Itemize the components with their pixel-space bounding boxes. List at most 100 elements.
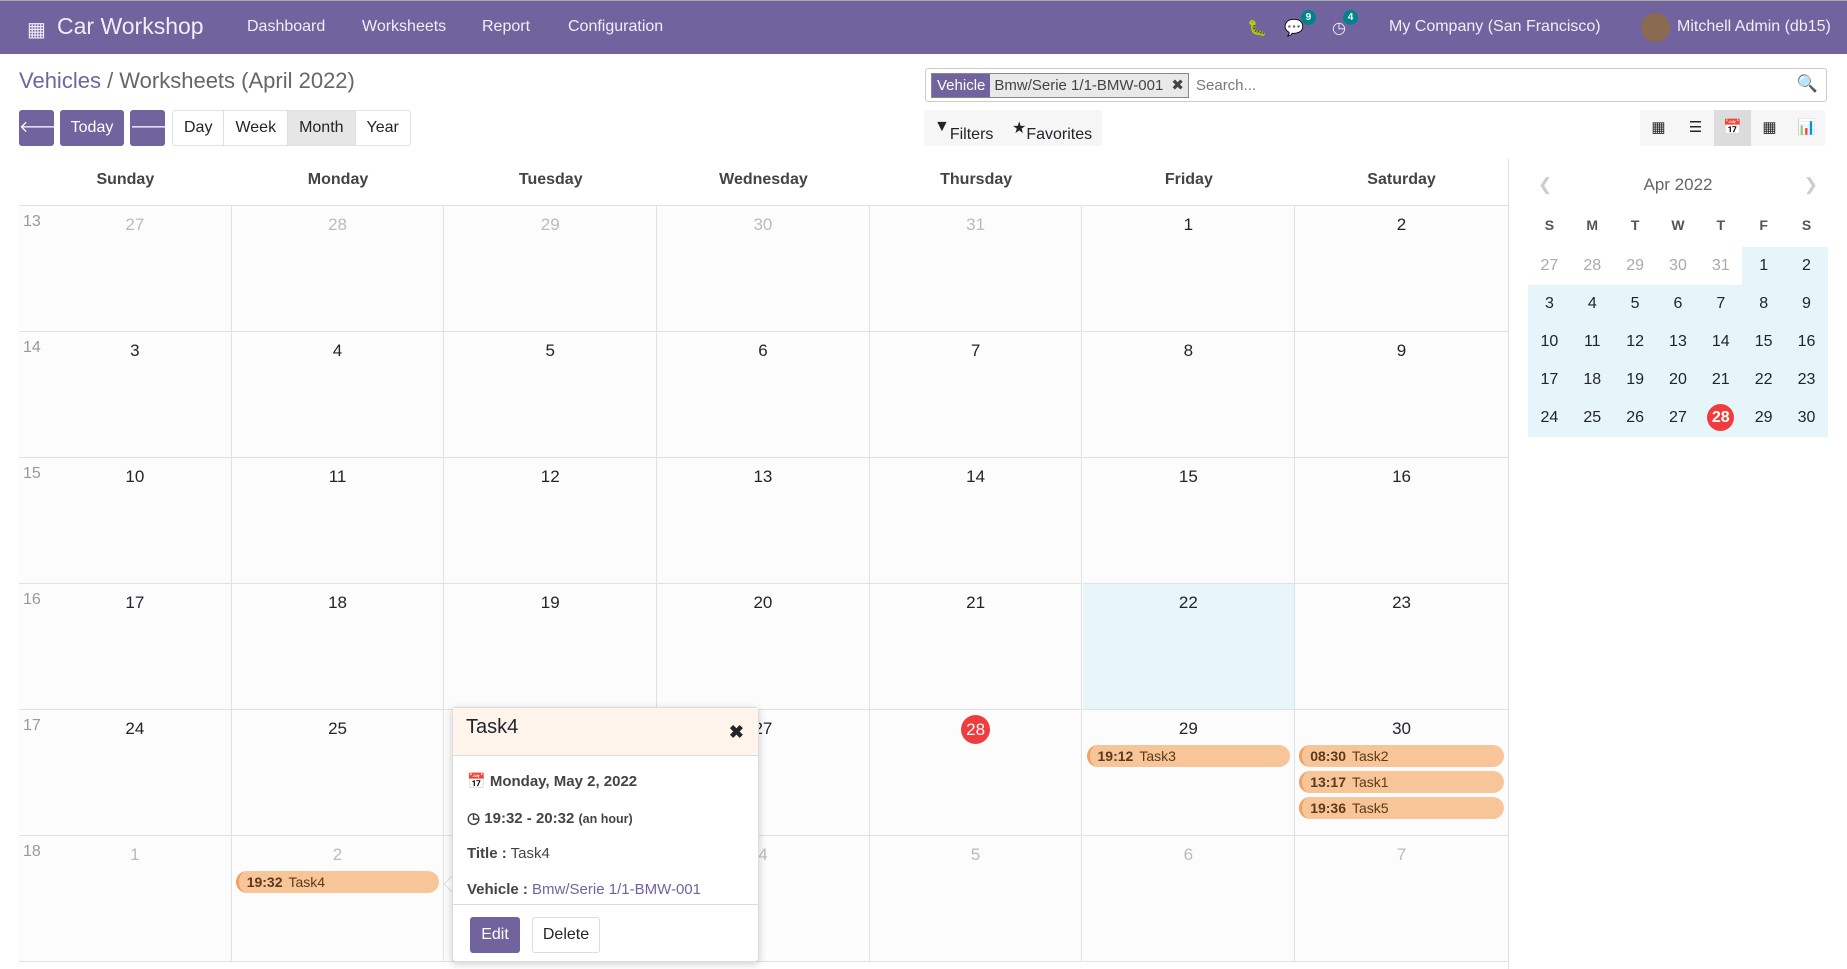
day-cell[interactable]: 31 bbox=[869, 206, 1083, 332]
mini-day[interactable]: 22 bbox=[1742, 361, 1786, 399]
day-cell[interactable]: 9 bbox=[1295, 332, 1508, 458]
mini-next-icon[interactable]: ❯ bbox=[1804, 175, 1818, 195]
mini-day[interactable]: 7 bbox=[1699, 285, 1743, 323]
app-name[interactable]: Car Workshop bbox=[57, 13, 204, 40]
company-switcher[interactable]: My Company (San Francisco) bbox=[1389, 18, 1601, 36]
day-cell[interactable]: 5 bbox=[869, 836, 1083, 962]
next-button[interactable]: 🡒 bbox=[130, 110, 173, 146]
messages-icon[interactable]: 💬 9 bbox=[1284, 10, 1316, 38]
mini-day[interactable]: 21 bbox=[1699, 361, 1743, 399]
mini-day[interactable]: 28 bbox=[1699, 399, 1743, 437]
mini-day[interactable]: 6 bbox=[1656, 285, 1700, 323]
breadcrumb-vehicles[interactable]: Vehicles bbox=[19, 68, 101, 93]
day-cell[interactable]: 14 3 bbox=[19, 332, 232, 458]
day-cell[interactable]: 30 08:30 Task2 13:17 Task1 19:36 Task5 bbox=[1295, 710, 1508, 836]
mini-day[interactable]: 26 bbox=[1613, 399, 1657, 437]
mini-day[interactable]: 31 bbox=[1699, 247, 1742, 285]
calendar-event[interactable]: 13:17 Task1 bbox=[1299, 771, 1504, 793]
previous-button[interactable]: 🡐 bbox=[19, 110, 62, 146]
favorites-button[interactable]: ★ Favorites bbox=[1012, 118, 1092, 143]
today-button[interactable]: Today bbox=[60, 110, 124, 146]
mini-day[interactable]: 28 bbox=[1571, 247, 1614, 285]
day-cell[interactable]: 11 bbox=[231, 458, 445, 584]
mini-day[interactable]: 10 bbox=[1528, 323, 1571, 361]
day-cell[interactable]: 17 24 bbox=[19, 710, 232, 836]
day-cell[interactable]: 7 bbox=[869, 332, 1083, 458]
list-view-icon[interactable]: ☰ bbox=[1677, 110, 1714, 146]
day-cell[interactable]: 16 bbox=[1295, 458, 1508, 584]
day-cell[interactable]: 19 bbox=[444, 584, 658, 710]
day-cell[interactable]: 2 bbox=[1295, 206, 1508, 332]
day-cell[interactable]: 6 bbox=[657, 332, 870, 458]
mini-day[interactable]: 27 bbox=[1528, 247, 1571, 285]
scale-month[interactable]: Month bbox=[288, 111, 356, 145]
mini-day[interactable]: 4 bbox=[1570, 285, 1614, 323]
edit-button[interactable]: Edit bbox=[470, 917, 520, 953]
mini-day[interactable]: 17 bbox=[1528, 361, 1571, 399]
search-input[interactable]: Search... bbox=[1196, 77, 1256, 94]
filters-button[interactable]: ▼ Filters bbox=[934, 118, 993, 143]
mini-day[interactable]: 9 bbox=[1785, 285, 1828, 323]
mini-day[interactable]: 30 bbox=[1785, 399, 1828, 437]
mini-day[interactable]: 5 bbox=[1613, 285, 1657, 323]
day-cell[interactable]: 29 19:12 Task3 bbox=[1082, 710, 1296, 836]
calendar-event[interactable]: 19:12 Task3 bbox=[1086, 745, 1291, 767]
day-cell[interactable]: 6 bbox=[1082, 836, 1296, 962]
day-cell[interactable]: 25 bbox=[231, 710, 445, 836]
vehicle-link[interactable]: Bmw/Serie 1/1-BMW-001 bbox=[532, 881, 701, 898]
calendar-event[interactable]: 19:32 Task4 bbox=[235, 871, 440, 893]
scale-day[interactable]: Day bbox=[173, 111, 225, 145]
avatar[interactable] bbox=[1641, 13, 1670, 42]
day-cell[interactable]: 4 bbox=[231, 332, 445, 458]
mini-day[interactable]: 2 bbox=[1785, 247, 1828, 285]
day-cell[interactable]: 18 1 bbox=[19, 836, 232, 962]
scale-year[interactable]: Year bbox=[356, 111, 410, 145]
menu-dashboard[interactable]: Dashboard bbox=[247, 18, 325, 36]
search-icon[interactable]: 🔍 bbox=[1797, 74, 1818, 94]
calendar-event[interactable]: 19:36 Task5 bbox=[1299, 797, 1504, 819]
day-cell[interactable]: 23 bbox=[1295, 584, 1508, 710]
mini-day[interactable]: 15 bbox=[1742, 323, 1786, 361]
day-cell[interactable]: 2 19:32 Task4 bbox=[231, 836, 445, 962]
mini-day[interactable]: 3 bbox=[1528, 285, 1571, 323]
mini-day[interactable]: 27 bbox=[1656, 399, 1700, 437]
day-cell[interactable]: 7 bbox=[1295, 836, 1508, 962]
day-cell[interactable]: 21 bbox=[869, 584, 1083, 710]
day-cell[interactable]: 28 bbox=[869, 710, 1083, 836]
app-grid-icon[interactable]: ▦ bbox=[27, 17, 46, 42]
calendar-event[interactable]: 08:30 Task2 bbox=[1299, 745, 1504, 767]
day-cell[interactable]: 30 bbox=[657, 206, 870, 332]
mini-day[interactable]: 23 bbox=[1785, 361, 1828, 399]
day-cell[interactable]: 15 10 bbox=[19, 458, 232, 584]
mini-day[interactable]: 11 bbox=[1570, 323, 1614, 361]
menu-worksheets[interactable]: Worksheets bbox=[362, 18, 446, 36]
day-cell[interactable]: 12 bbox=[444, 458, 658, 584]
day-cell[interactable]: 28 bbox=[231, 206, 445, 332]
day-cell[interactable]: 8 bbox=[1082, 332, 1296, 458]
pivot-view-icon[interactable]: ▦ bbox=[1751, 110, 1788, 146]
mini-day[interactable]: 25 bbox=[1570, 399, 1614, 437]
mini-day[interactable]: 30 bbox=[1657, 247, 1700, 285]
day-cell[interactable]: 13 27 bbox=[19, 206, 232, 332]
day-cell[interactable]: 20 bbox=[657, 584, 870, 710]
calendar-view-icon[interactable]: 📅 bbox=[1714, 110, 1751, 146]
menu-report[interactable]: Report bbox=[482, 18, 530, 36]
bug-icon[interactable]: 🐛 bbox=[1247, 18, 1267, 38]
mini-day[interactable]: 8 bbox=[1742, 285, 1786, 323]
mini-day[interactable]: 14 bbox=[1699, 323, 1743, 361]
mini-day[interactable]: 29 bbox=[1614, 247, 1657, 285]
mini-day[interactable]: 1 bbox=[1742, 247, 1786, 285]
mini-day[interactable]: 29 bbox=[1742, 399, 1786, 437]
day-cell[interactable]: 14 bbox=[869, 458, 1083, 584]
day-cell[interactable]: 29 bbox=[444, 206, 658, 332]
menu-configuration[interactable]: Configuration bbox=[568, 18, 663, 36]
mini-prev-icon[interactable]: ❮ bbox=[1538, 175, 1552, 195]
scale-week[interactable]: Week bbox=[224, 111, 289, 145]
delete-button[interactable]: Delete bbox=[532, 917, 600, 953]
day-cell[interactable]: 15 bbox=[1082, 458, 1296, 584]
day-cell[interactable]: 18 bbox=[231, 584, 445, 710]
facet-remove-icon[interactable]: ✖ bbox=[1167, 74, 1188, 97]
day-cell[interactable]: 5 bbox=[444, 332, 658, 458]
mini-day[interactable]: 20 bbox=[1656, 361, 1700, 399]
day-cell[interactable]: 13 bbox=[657, 458, 870, 584]
